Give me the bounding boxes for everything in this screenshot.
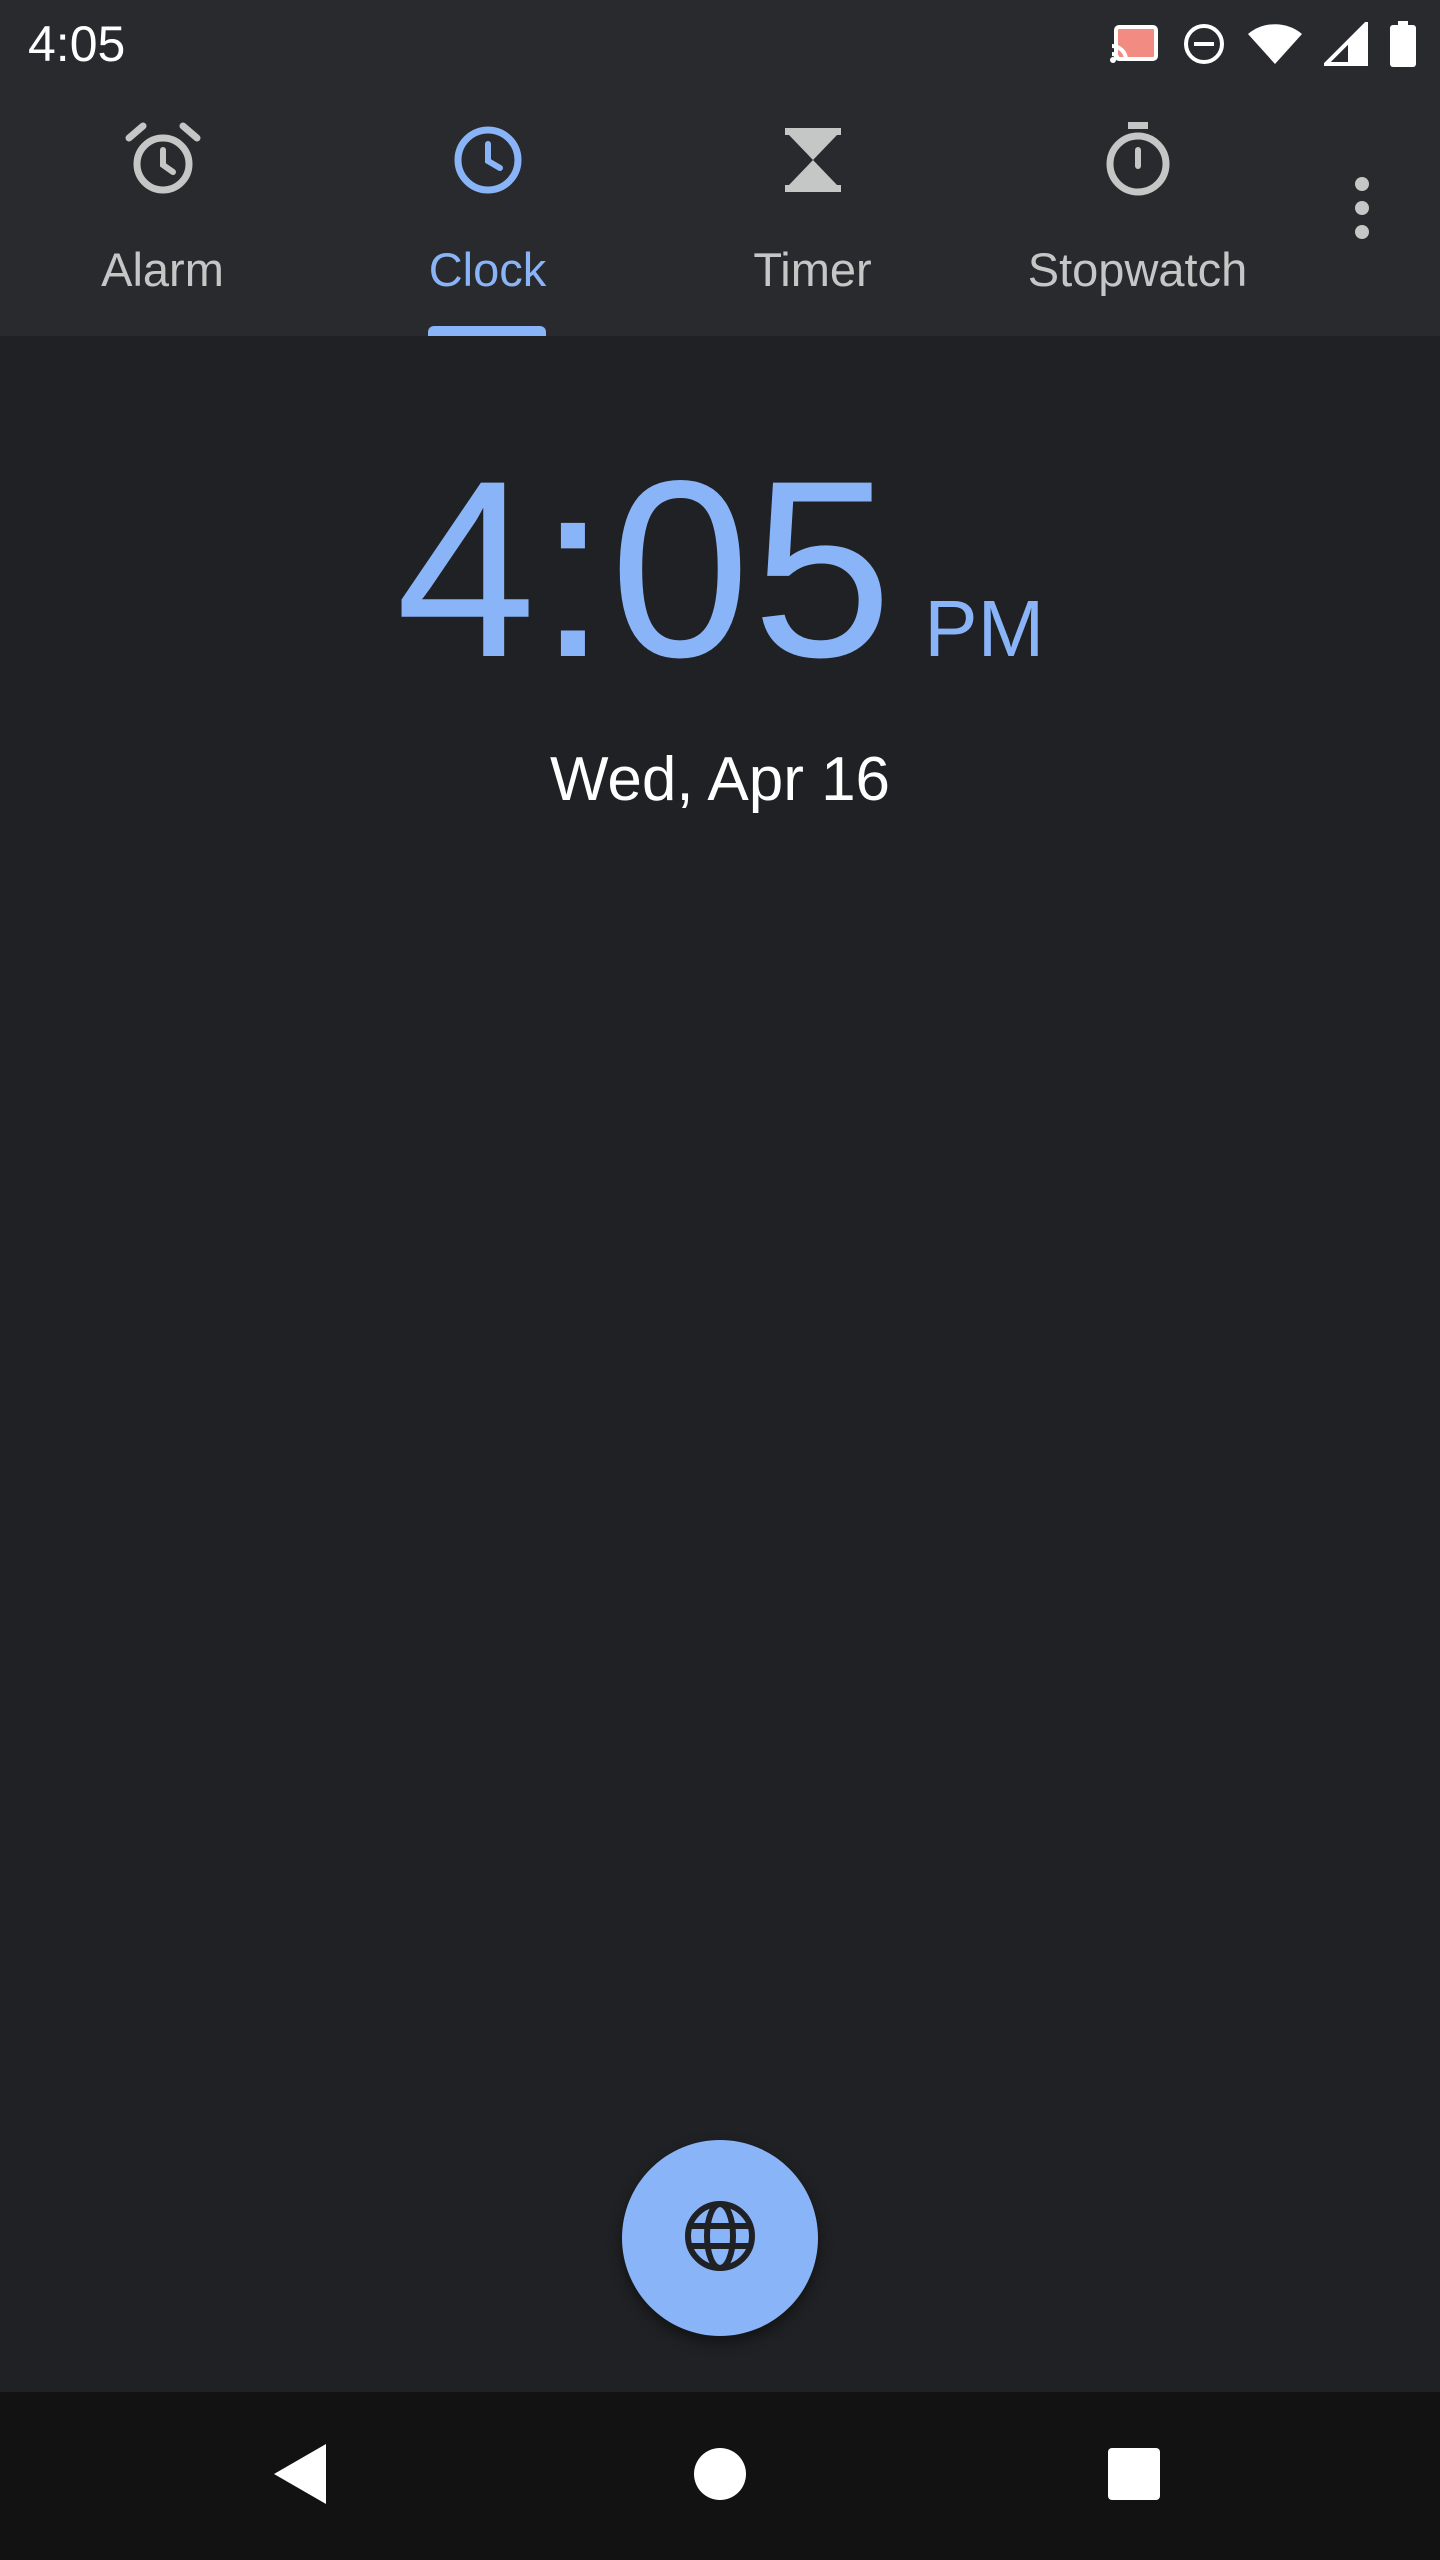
cellular-signal-icon <box>1324 22 1368 66</box>
wifi-icon <box>1248 24 1302 64</box>
tab-label-clock: Clock <box>428 243 547 296</box>
status-time: 4:05 <box>28 16 126 72</box>
hourglass-icon <box>773 120 853 200</box>
more-options-button[interactable] <box>1330 148 1394 268</box>
system-nav-bar <box>0 2392 1440 2560</box>
tab-alarm[interactable]: Alarm <box>0 88 325 336</box>
recents-button[interactable] <box>1084 2426 1184 2526</box>
back-icon <box>270 2442 330 2511</box>
tab-indicator <box>428 326 546 336</box>
globe-icon <box>682 2198 758 2279</box>
clock-date: Wed, Apr 16 <box>549 745 891 814</box>
alarm-icon <box>123 120 203 200</box>
world-clock-button[interactable] <box>622 2140 818 2336</box>
clock-app-screen: 4:05 Alarm Clock Timer Stopwatch 4:05 PM… <box>0 0 1440 2560</box>
clock-time: 4:05 <box>395 429 895 710</box>
status-bar: 4:05 <box>0 0 1440 88</box>
tab-clock[interactable]: Clock <box>325 88 650 336</box>
recents-icon <box>1107 2447 1161 2506</box>
home-button[interactable] <box>670 2426 770 2526</box>
status-icons <box>1110 16 1416 72</box>
home-icon <box>692 2446 748 2507</box>
tab-stopwatch[interactable]: Stopwatch <box>975 88 1300 336</box>
tab-label-timer: Timer <box>753 243 872 296</box>
clock-icon <box>448 120 528 200</box>
back-button[interactable] <box>250 2426 350 2526</box>
more-vert-icon <box>1330 177 1394 272</box>
tab-label-alarm: Alarm <box>101 243 224 296</box>
do-not-disturb-icon <box>1182 22 1226 66</box>
cast-icon <box>1110 24 1160 64</box>
battery-icon <box>1390 21 1416 67</box>
clock-ampm: PM <box>924 584 1045 673</box>
digital-clock: 4:05 PM <box>0 440 1440 700</box>
stopwatch-icon <box>1098 120 1178 200</box>
tab-bar: Alarm Clock Timer Stopwatch <box>0 88 1440 336</box>
tab-timer[interactable]: Timer <box>650 88 975 336</box>
tab-label-stopwatch: Stopwatch <box>1027 243 1248 296</box>
